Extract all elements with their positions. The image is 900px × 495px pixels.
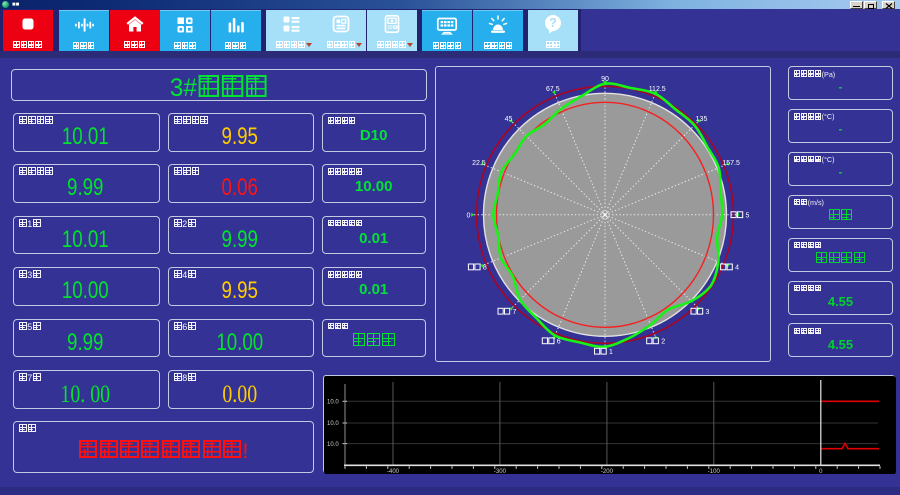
svg-text:?: ? [549, 16, 557, 30]
svg-text:157.5: 157.5 [722, 160, 740, 167]
svg-text:7: 7 [513, 308, 517, 315]
svg-text:3: 3 [706, 308, 710, 315]
svg-text:8: 8 [483, 264, 487, 271]
svg-text:6: 6 [557, 338, 561, 345]
svg-text:5: 5 [746, 212, 750, 219]
svg-text:-200: -200 [601, 469, 614, 475]
svg-text:4: 4 [735, 264, 739, 271]
svg-text:10.0: 10.0 [327, 421, 339, 427]
svg-text:135: 135 [696, 115, 708, 122]
svg-text:22.5: 22.5 [472, 160, 486, 167]
svg-text:10.0: 10.0 [327, 399, 339, 405]
svg-text:1: 1 [609, 348, 613, 355]
svg-text:112.5: 112.5 [649, 86, 666, 93]
svg-text:2: 2 [661, 338, 665, 345]
svg-text:-400: -400 [387, 469, 400, 475]
svg-text:-300: -300 [494, 469, 507, 475]
svg-text:90: 90 [601, 75, 609, 82]
svg-text:-100: -100 [708, 469, 721, 475]
svg-text:67.5: 67.5 [546, 86, 560, 93]
svg-text:10.0: 10.0 [327, 441, 339, 447]
svg-text:0: 0 [467, 212, 471, 219]
svg-text:45: 45 [505, 115, 513, 122]
